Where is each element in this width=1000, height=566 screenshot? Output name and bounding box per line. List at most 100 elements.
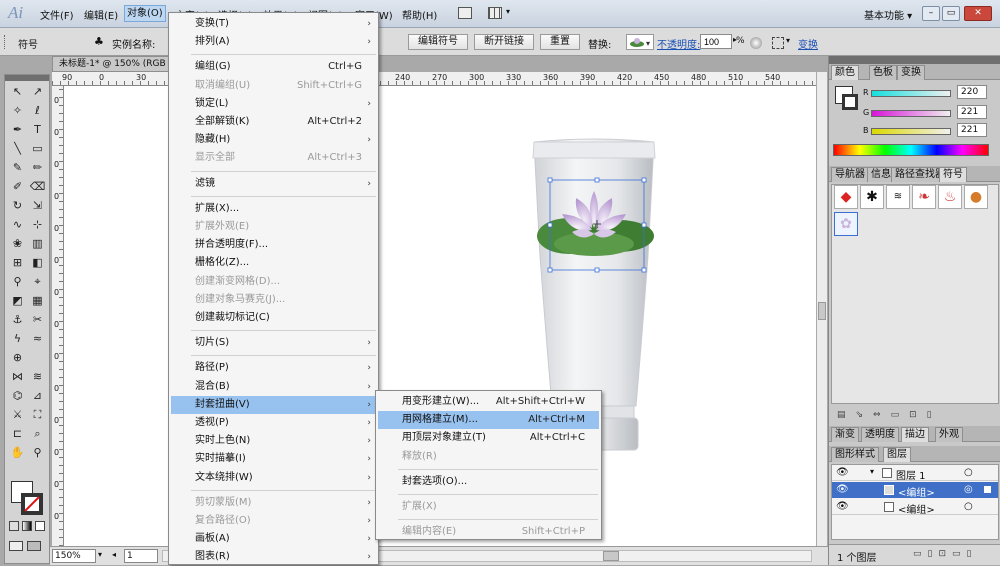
- replace-symbol-select[interactable]: ▾: [626, 34, 654, 50]
- arrange-dropdown-icon[interactable]: ▾: [506, 7, 510, 16]
- layer-row[interactable]: 👁 <编组> ◎: [832, 482, 998, 499]
- layer-row[interactable]: 👁 ▾ 图层 1 ○: [832, 465, 998, 482]
- symbol-fire-icon[interactable]: ♨: [938, 185, 962, 209]
- tab-transform[interactable]: 变换: [897, 65, 925, 80]
- tab-appearance[interactable]: 外观: [935, 427, 963, 442]
- anchor-icon[interactable]: ⚓: [9, 311, 26, 328]
- vertical-scrollbar[interactable]: [816, 72, 827, 546]
- menu-item[interactable]: 用网格建立(M)... Alt+Ctrl+M: [378, 411, 599, 430]
- zoom-select[interactable]: 150%: [52, 549, 96, 563]
- layer-row[interactable]: 👁 <编组> ○: [832, 499, 998, 516]
- hand-icon[interactable]: ✋: [9, 444, 26, 461]
- warp-icon[interactable]: ∿: [9, 216, 26, 233]
- symbol-brush-icon[interactable]: ≋: [886, 185, 910, 209]
- menu-item[interactable]: 取消编组(U) Shift+Ctrl+G: [171, 77, 376, 95]
- arrange-documents-icon[interactable]: [488, 7, 502, 19]
- mesh-icon[interactable]: ⊞: [9, 254, 26, 271]
- menu-item[interactable]: 释放(R): [378, 448, 599, 466]
- type-icon[interactable]: T: [29, 121, 46, 138]
- envelope-icon[interactable]: ⋈: [9, 368, 26, 385]
- menu-item[interactable]: 锁定(L) ›: [171, 95, 376, 113]
- symbol-lotus-icon[interactable]: ✿: [834, 212, 858, 236]
- r-value-input[interactable]: 220: [957, 85, 987, 99]
- page-select[interactable]: 1: [124, 549, 158, 563]
- live-paint-select-icon[interactable]: ⊿: [29, 387, 46, 404]
- live-paint-icon[interactable]: ◩: [9, 292, 26, 309]
- menu-item[interactable]: 用顶层对象建立(T) Alt+Ctrl+C: [378, 429, 599, 447]
- menu-item[interactable]: 文本绕排(W) ›: [171, 469, 376, 487]
- menubar-item[interactable]: 编辑(E): [84, 7, 118, 22]
- rotate-icon[interactable]: ↻: [9, 197, 26, 214]
- document-tab[interactable]: 未标题-1* @ 150% (RGB: [52, 56, 170, 72]
- menu-item[interactable]: 实时上色(N) ›: [171, 432, 376, 450]
- menu-item[interactable]: 创建对象马赛克(J)...: [171, 291, 376, 309]
- pen-icon[interactable]: ✒: [9, 121, 26, 138]
- target-icon[interactable]: ○: [964, 467, 973, 478]
- none-mode-icon[interactable]: [35, 521, 45, 531]
- opacity-dropdown-icon[interactable]: ▸: [733, 35, 737, 44]
- menu-item[interactable]: 显示全部 Alt+Ctrl+3: [171, 149, 376, 167]
- b-value-input[interactable]: 221: [957, 123, 987, 137]
- prev-page-icon[interactable]: ◂: [112, 550, 116, 559]
- g-value-input[interactable]: 221: [957, 105, 987, 119]
- tab-stroke[interactable]: 描边: [901, 427, 929, 442]
- opacity-link[interactable]: 不透明度:: [657, 36, 700, 51]
- recolor-icon[interactable]: [750, 37, 762, 49]
- layers-footer-icons[interactable]: ▭▯⊡▭▯: [913, 549, 977, 559]
- symbols-footer-icons[interactable]: ▤⇘⇔▭⊡▯: [837, 410, 942, 420]
- dock-header[interactable]: [829, 56, 1000, 64]
- crop-icon[interactable]: ⊏: [9, 425, 26, 442]
- menu-item[interactable]: 创建渐变网格(D)...: [171, 273, 376, 291]
- magic-wand-icon[interactable]: ✧: [9, 102, 26, 119]
- crosshair-icon[interactable]: ⊕: [9, 349, 26, 366]
- eraser-icon[interactable]: ⌫: [29, 178, 46, 195]
- menu-item[interactable]: 透视(P) ›: [171, 414, 376, 432]
- tab-navigator[interactable]: 导航器: [831, 167, 869, 182]
- lasso-icon[interactable]: ℓ: [29, 102, 46, 119]
- menu-item[interactable]: 隐藏(H) ›: [171, 131, 376, 149]
- selected-indicator[interactable]: [984, 486, 991, 493]
- eye-icon[interactable]: 👁: [836, 501, 849, 512]
- menu-item[interactable]: 切片(S) ›: [171, 334, 376, 352]
- menu-item[interactable]: 混合(B) ›: [171, 378, 376, 396]
- tab-swatches[interactable]: 色板: [869, 65, 897, 80]
- menu-item[interactable]: 画板(A) ›: [171, 530, 376, 548]
- minimize-button[interactable]: –: [922, 6, 940, 21]
- tab-gradient[interactable]: 渐变: [831, 427, 859, 442]
- menu-item[interactable]: 变换(T) ›: [171, 15, 376, 33]
- artboard-icon[interactable]: ⛶: [29, 406, 46, 423]
- gradient-icon[interactable]: ◧: [29, 254, 46, 271]
- menu-item[interactable]: 创建裁切标记(C): [171, 309, 376, 327]
- graph-bar-icon[interactable]: ▦: [29, 292, 46, 309]
- menu-item[interactable]: 栅格化(Z)...: [171, 254, 376, 272]
- break-link-button[interactable]: 断开链接: [474, 34, 534, 50]
- tab-layers[interactable]: 图层: [883, 447, 911, 462]
- menu-item[interactable]: 拼合透明度(F)...: [171, 236, 376, 254]
- symbol-splat-icon[interactable]: ✱: [860, 185, 884, 209]
- zoom-icon[interactable]: ⌕: [29, 425, 46, 442]
- group-name[interactable]: <编组>: [898, 501, 935, 516]
- symbol-ribbon-icon[interactable]: ❧: [912, 185, 936, 209]
- menubar-item[interactable]: 对象(O): [124, 5, 166, 22]
- menu-item[interactable]: 封套选项(O)...: [378, 473, 599, 491]
- tools-panel-header[interactable]: [5, 75, 49, 81]
- free-transform-icon[interactable]: ⊹: [29, 216, 46, 233]
- transform-link[interactable]: 变换: [798, 36, 818, 51]
- group-name[interactable]: <编组>: [898, 484, 935, 499]
- g-slider[interactable]: [871, 110, 951, 117]
- menu-item[interactable]: 复合路径(O) ›: [171, 512, 376, 530]
- screen-mode-icon[interactable]: [27, 541, 41, 551]
- target-icon[interactable]: ○: [964, 501, 973, 512]
- menu-item[interactable]: 用变形建立(W)... Alt+Shift+Ctrl+W: [378, 393, 599, 411]
- maximize-button[interactable]: ▭: [942, 6, 960, 21]
- tab-transparency[interactable]: 透明度: [861, 427, 899, 442]
- gradient-mode-icon[interactable]: [22, 521, 32, 531]
- menu-item[interactable]: 封套扭曲(V) ›: [171, 395, 376, 414]
- menu-item[interactable]: 编辑内容(E) Shift+Ctrl+P: [378, 523, 599, 541]
- menu-item[interactable]: 扩展外观(E): [171, 218, 376, 236]
- menu-item[interactable]: 剪切蒙版(M) ›: [171, 494, 376, 512]
- r-slider[interactable]: [871, 90, 951, 97]
- direct-selection-icon[interactable]: ↗: [29, 83, 46, 100]
- paintbrush-icon[interactable]: ✎: [9, 159, 26, 176]
- close-button[interactable]: ✕: [964, 6, 992, 21]
